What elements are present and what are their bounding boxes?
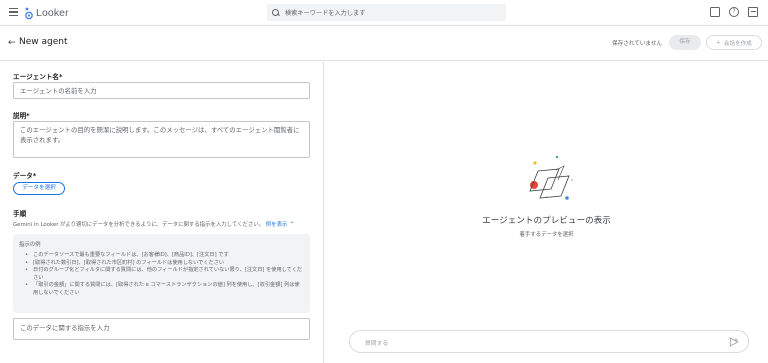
instructions-helper: Gemini in Looker がより適切にデータを分析できるように、データに… <box>13 220 294 228</box>
instructions-placeholder: このデータに関する指示を入力 <box>20 324 110 332</box>
instructions-help-text: Gemini in Looker がより適切にデータを分析できるように、データに… <box>13 222 265 228</box>
data-label: データ* <box>13 172 37 180</box>
ask-input[interactable]: 質問する <box>349 330 749 353</box>
top-bar-actions: ? <box>710 7 758 17</box>
top-app-bar: Looker 検索キーワードを入力します ? <box>0 0 768 26</box>
description-placeholder: このエージェントの目的を簡潔に説明します。このメッセージは、すべてのエージェント… <box>20 126 300 144</box>
examples-title: 指示の例 <box>19 242 41 248</box>
select-data-button[interactable]: データを選択 <box>13 182 65 195</box>
create-conversation-label: 会話を作成 <box>723 40 752 47</box>
page-title: New agent <box>19 37 68 47</box>
page-header: ← New agent 保存されていません 保存 + 会話を作成 <box>0 27 768 61</box>
help-icon[interactable]: ? <box>729 7 739 17</box>
example-item: このデータソースで最も重要なフィールドは、[お客様ID]、[商品ID]、[注文日… <box>25 252 303 260</box>
looker-logo-icon <box>25 7 33 19</box>
example-item: 日付のグループ化とフィルタに関する質問には、他のフィールドが指定されていない限り… <box>25 267 303 282</box>
looker-logo[interactable]: Looker <box>24 5 69 21</box>
chevron-up-icon[interactable]: ⌃ <box>289 221 294 228</box>
agent-name-input[interactable]: エージェントの名前を入力 <box>13 82 310 99</box>
description-input[interactable]: このエージェントの目的を簡潔に説明します。このメッセージは、すべてのエージェント… <box>13 121 310 158</box>
send-sparkle-icon[interactable] <box>729 337 739 347</box>
ask-placeholder: 質問する <box>365 341 389 347</box>
unsaved-status: 保存されていません <box>612 41 663 47</box>
show-examples-link[interactable]: 例を表示 <box>266 222 288 228</box>
agent-preview-illustration <box>529 155 573 200</box>
search-bar[interactable]: 検索キーワードを入力します <box>267 4 506 21</box>
instructions-input[interactable]: このデータに関する指示を入力 <box>13 318 310 340</box>
description-label: 説明* <box>13 112 30 120</box>
marketplace-icon[interactable] <box>710 7 720 17</box>
account-icon[interactable] <box>748 7 758 17</box>
search-input[interactable]: 検索キーワードを入力します <box>285 8 365 17</box>
search-icon <box>272 8 280 17</box>
preview-title: エージェントのプレビューの表示 <box>482 216 611 226</box>
instructions-label: 手順 <box>13 210 27 218</box>
back-arrow-icon[interactable]: ← <box>8 38 16 48</box>
example-item: 「取引の金額」に関する質問には、[取得された e コマーストランザクションの値]… <box>25 282 303 297</box>
hamburger-menu-icon[interactable] <box>9 8 18 17</box>
preview-panel: エージェントのプレビューの表示 着手するデータを選択 質問する <box>325 62 768 363</box>
agent-name-placeholder: エージェントの名前を入力 <box>20 87 97 95</box>
agent-config-panel: エージェント名* エージェントの名前を入力 説明* このエージェントの目的を簡潔… <box>0 62 324 363</box>
agent-name-label: エージェント名* <box>13 73 63 81</box>
app-name: Looker <box>36 7 69 19</box>
examples-list: このデータソースで最も重要なフィールドは、[お客様ID]、[商品ID]、[注文日… <box>25 252 303 298</box>
preview-subtitle: 着手するデータを選択 <box>519 232 574 238</box>
save-button[interactable]: 保存 <box>669 35 701 50</box>
instruction-examples: 指示の例 このデータソースで最も重要なフィールドは、[お客様ID]、[商品ID]… <box>13 234 310 313</box>
plus-icon: + <box>716 39 721 46</box>
create-conversation-button[interactable]: + 会話を作成 <box>706 35 762 50</box>
